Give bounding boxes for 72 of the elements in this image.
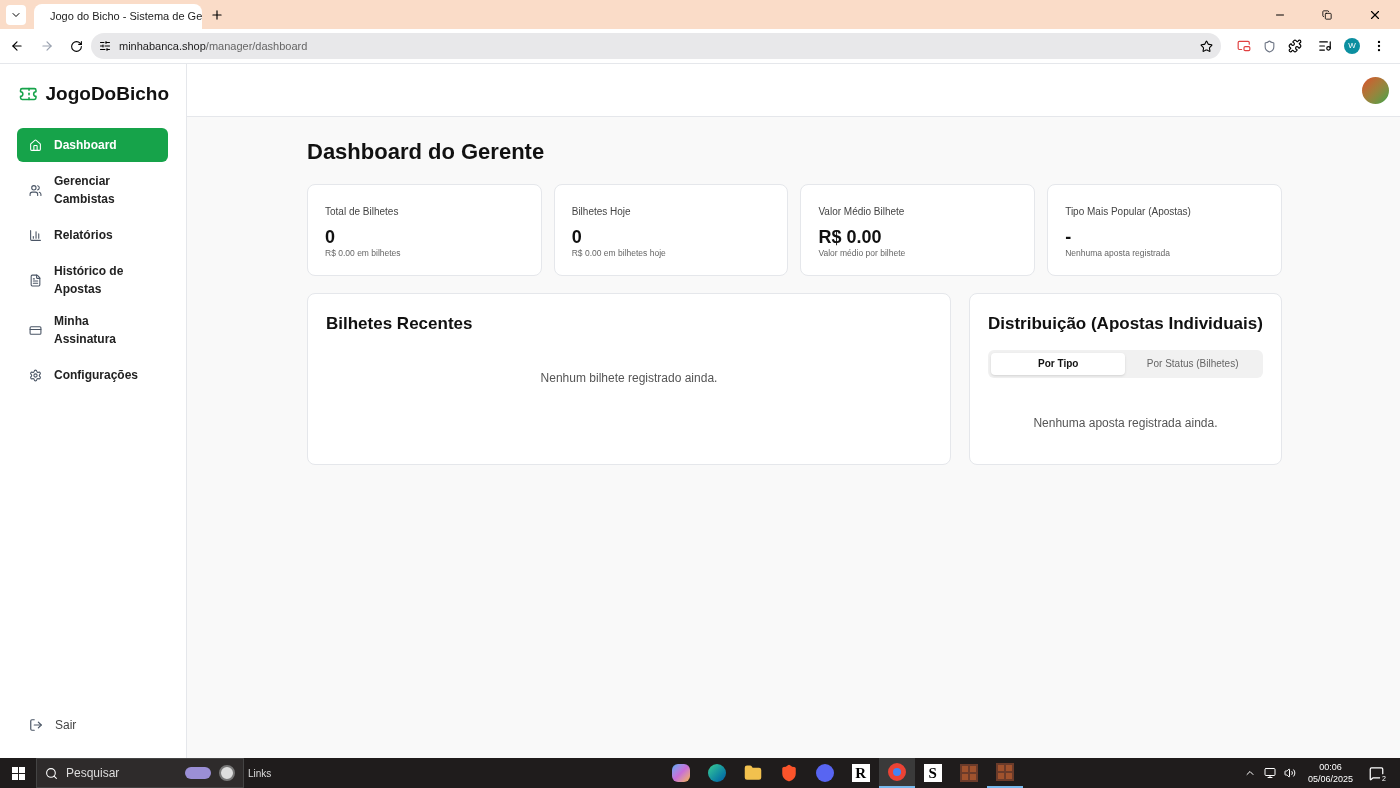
bookmark-star-icon[interactable] [1200,39,1213,53]
profile-avatar[interactable]: W [1344,38,1360,54]
lion-shield-icon [779,764,798,782]
stat-note: R$ 0.00 em bilhetes hoje [571,247,667,260]
page-title: Dashboard do Gerente [307,138,546,166]
stat-label: Bilhetes Hoje [571,205,632,219]
chart-tab[interactable]: Por Tipo [991,352,1126,375]
clock-time: 00:06 [1319,761,1342,773]
search-placeholder: Pesquisar [66,765,121,782]
media-icon[interactable] [1318,39,1332,53]
reload-icon[interactable] [70,39,83,53]
user-avatar[interactable] [1361,76,1389,104]
shield-icon[interactable] [1263,39,1276,53]
browser-icon [887,763,906,781]
app-icon [707,764,726,782]
stat-value: - [1065,227,1073,247]
nav-item[interactable]: Histórico de Apostas [17,258,168,302]
nav-item[interactable]: Configurações [17,358,168,392]
app-icon [959,764,978,782]
address-bar[interactable]: minhabanca.shop/manager/dashboard [91,33,1221,59]
picture-in-picture-icon[interactable] [1237,39,1251,53]
search-icon [45,766,58,780]
browser-tab[interactable]: Jogo do Bicho - Sistema de Ge [34,4,202,29]
network-icon[interactable] [1263,767,1276,779]
new-tab-icon[interactable] [210,7,224,22]
card-title: Bilhetes Recentes [326,313,474,335]
stat-note: Nenhuma aposta registrada [1065,247,1172,260]
nav-item[interactable]: Gerenciar Cambistas [17,168,168,212]
card-icon [29,323,42,337]
brand-name: JogoDoBicho [45,81,169,106]
back-icon[interactable] [10,39,24,53]
app-icon [815,764,834,782]
toolbar-label[interactable]: Links [248,765,272,781]
tab-title: Jogo do Bicho - Sistema de Ge [50,9,203,25]
restore-icon[interactable] [1322,9,1332,20]
app-icon: R [851,764,870,782]
empty-message: Nenhuma aposta registrada ainda. [1032,414,1219,432]
empty-message: Nenhum bilhete registrado ainda. [539,369,719,387]
app-icon [671,764,690,782]
stat-value: R$ 0.00 [818,227,883,247]
folder-icon [743,764,762,782]
home-icon [29,138,42,152]
logout-button[interactable]: Sair [17,716,169,734]
users-icon [29,183,42,197]
extensions-icon[interactable] [1288,39,1302,53]
taskbar-app[interactable]: R [842,758,879,788]
document-icon [29,273,42,287]
stat-label: Total de Bilhetes [325,205,400,219]
stat-value: 0 [325,227,336,247]
chart-tab[interactable]: Por Status (Bilhetes) [1125,352,1260,375]
site-settings-icon[interactable] [99,40,111,52]
nav-item[interactable]: Minha Assinatura [17,308,168,352]
bar-chart-icon [29,228,42,242]
windows-logo-icon [11,766,25,780]
stat-label: Valor Médio Bilhete [818,205,906,219]
stat-value: 0 [571,227,583,247]
logout-icon [29,718,43,732]
volume-icon[interactable] [1283,767,1296,779]
clock-date: 05/06/2025 [1307,773,1353,785]
app-icon [995,763,1014,781]
stat-note: Valor médio por bilhete [818,247,907,260]
tab-list-button[interactable] [6,4,26,25]
stat-note: R$ 0.00 em bilhetes [325,247,402,260]
settings-icon [29,368,42,382]
url-text: minhabanca.shop/manager/dashboard [119,38,309,54]
taskbar-app[interactable] [878,758,915,788]
app-icon: S [923,764,942,782]
card-title: Distribuição (Apostas Individuais) [988,313,1263,335]
nav-item[interactable]: Relatórios [17,218,168,252]
taskbar-app[interactable]: S [914,758,951,788]
taskbar-search[interactable]: Pesquisar [36,758,244,788]
stat-label: Tipo Mais Popular (Apostas) [1065,205,1192,219]
